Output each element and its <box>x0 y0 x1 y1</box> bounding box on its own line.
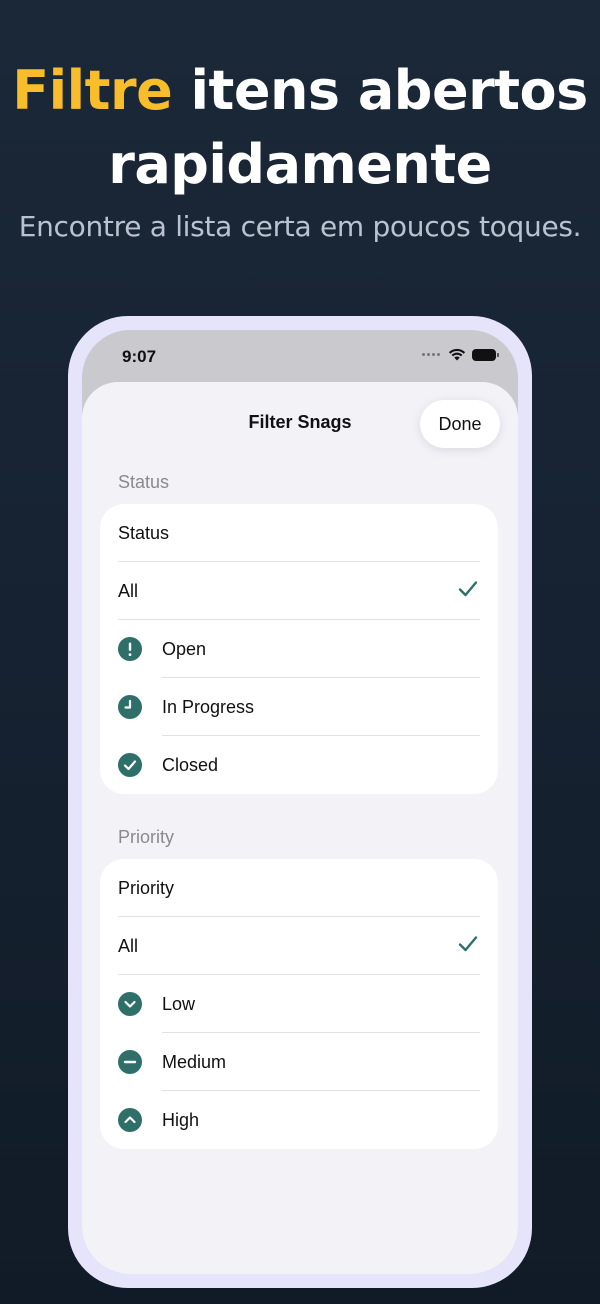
option-label: Open <box>162 638 207 659</box>
device-frame: 9:07 Filter Snags Done Status Status All… <box>68 316 532 1288</box>
status-option-all[interactable]: All <box>100 562 498 620</box>
option-label: High <box>162 1109 200 1130</box>
headline-rest: itens abertos rapidamente <box>108 59 588 196</box>
headline: Filtre itens abertos rapidamente <box>0 54 600 202</box>
minus-circle-icon <box>118 1050 142 1074</box>
option-label: All <box>118 580 139 601</box>
option-label: In Progress <box>162 696 255 717</box>
status-section-header: Status <box>118 472 170 492</box>
chevron-down-circle-icon <box>118 992 142 1016</box>
status-icons <box>422 348 499 361</box>
priority-card: Priority All Low Medium High <box>100 859 498 1149</box>
status-option-in-progress[interactable]: In Progress <box>100 678 498 736</box>
battery-icon <box>472 348 499 361</box>
priority-picker-label: Priority <box>118 877 175 898</box>
checkmark-icon <box>458 936 478 952</box>
clock-icon <box>118 695 142 719</box>
status-bar: 9:07 <box>82 330 518 390</box>
priority-option-all[interactable]: All <box>100 917 498 975</box>
checkmark-circle-icon <box>118 753 142 777</box>
filter-sheet: Filter Snags Done Status Status All Open… <box>82 382 518 1274</box>
headline-accent: Filtre <box>12 59 173 122</box>
subheadline: Encontre a lista certa em poucos toques. <box>18 210 582 243</box>
chevron-up-circle-icon <box>118 1108 142 1132</box>
wifi-icon <box>448 348 466 361</box>
checkmark-icon <box>458 581 478 597</box>
done-button[interactable]: Done <box>420 400 500 448</box>
option-label: All <box>118 935 139 956</box>
status-picker-row: Status <box>100 504 498 562</box>
priority-option-low[interactable]: Low <box>100 975 498 1033</box>
option-label: Medium <box>162 1051 227 1072</box>
exclamation-circle-icon <box>118 637 142 661</box>
device-screen: 9:07 Filter Snags Done Status Status All… <box>82 330 518 1274</box>
status-time: 9:07 <box>122 347 157 366</box>
signal-icon <box>422 353 440 356</box>
priority-section-header: Priority <box>118 827 175 847</box>
priority-option-high[interactable]: High <box>100 1091 498 1149</box>
status-option-closed[interactable]: Closed <box>100 736 498 794</box>
priority-picker-row: Priority <box>100 859 498 917</box>
status-card: Status All Open In Progress Closed <box>100 504 498 794</box>
status-option-open[interactable]: Open <box>100 620 498 678</box>
option-label: Low <box>162 993 196 1014</box>
priority-option-medium[interactable]: Medium <box>100 1033 498 1091</box>
option-label: Closed <box>162 754 219 775</box>
status-picker-label: Status <box>118 522 170 543</box>
